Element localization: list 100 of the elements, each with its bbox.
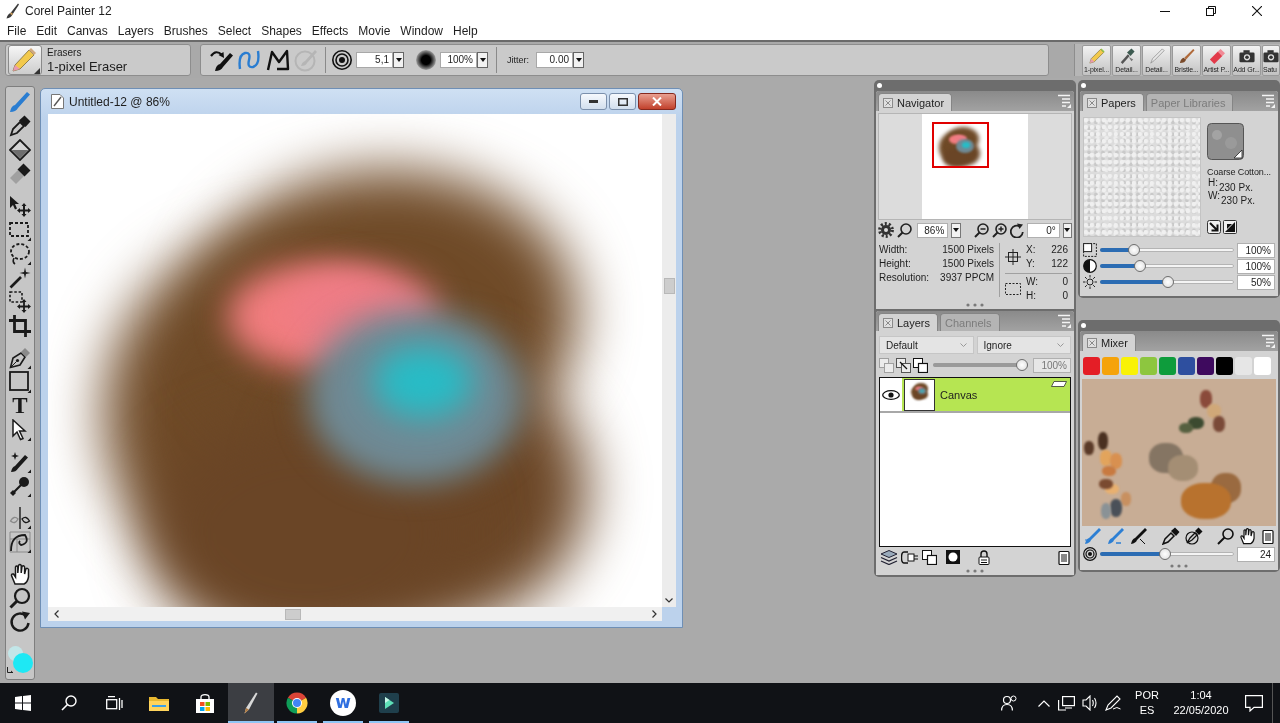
slider-thumb[interactable] [1134, 260, 1147, 272]
value-field[interactable]: 100% [1237, 258, 1275, 274]
mask-icon[interactable] [946, 550, 960, 564]
dropdown-button[interactable] [393, 52, 404, 68]
rectangle-icon[interactable] [9, 371, 31, 393]
size-field[interactable]: 5,1 [356, 52, 393, 68]
menu-item[interactable]: File [2, 22, 32, 40]
straight-stroke-icon[interactable] [266, 48, 290, 72]
color-swatch-icon[interactable] [1140, 357, 1157, 375]
panel-tab[interactable]: Papers [1082, 93, 1144, 111]
trash-icon[interactable] [1262, 528, 1274, 544]
maximize-button[interactable] [609, 93, 636, 110]
dropdown-button[interactable] [573, 52, 584, 68]
slider-track[interactable] [1100, 244, 1234, 256]
menu-item[interactable]: Help [448, 22, 483, 40]
slider-track[interactable] [1100, 260, 1234, 272]
dropper-circle-icon[interactable] [1185, 527, 1203, 545]
sheet-icon[interactable] [1051, 381, 1067, 387]
squares-arrow-icon[interactable] [896, 357, 911, 373]
hand-icon[interactable] [9, 563, 31, 585]
layers-stack-icon[interactable] [880, 549, 898, 565]
panel-tab[interactable]: Navigator [878, 93, 953, 111]
language-indicator[interactable]: POR ES [1130, 688, 1164, 718]
magic-wand-icon[interactable] [9, 267, 31, 289]
taskbar-app-button[interactable] [228, 683, 274, 723]
overlapping-squares-icon[interactable] [913, 357, 928, 373]
gear-icon[interactable] [878, 222, 894, 238]
composite-depth-dropdown[interactable]: Ignore [976, 336, 1071, 354]
trash-icon[interactable] [1058, 549, 1070, 565]
magnifier-icon[interactable] [9, 587, 31, 609]
paint-bucket-icon[interactable] [9, 139, 31, 161]
opacity-field[interactable]: 100% [440, 52, 477, 68]
menu-item[interactable]: Shapes [256, 22, 307, 40]
hand-icon[interactable] [1239, 527, 1256, 545]
jitter-field[interactable]: 0.00 [536, 52, 573, 68]
horizontal-scrollbar[interactable] [48, 607, 662, 621]
close-icon[interactable] [883, 317, 893, 328]
eraser-icon[interactable] [9, 163, 31, 185]
plug-icon[interactable] [901, 549, 919, 565]
panel-menu-icon[interactable] [1057, 94, 1071, 108]
brush-star-icon[interactable] [9, 451, 31, 473]
magnifier-icon[interactable] [1217, 527, 1234, 545]
resize-grip-icon[interactable] [966, 303, 984, 307]
text-tool[interactable]: T [12, 395, 28, 417]
dropdown-button[interactable] [477, 52, 488, 68]
brush-size-field[interactable]: 24 [1237, 546, 1275, 562]
scroll-thumb[interactable] [663, 278, 675, 294]
color-swatch-icon[interactable] [1197, 357, 1214, 375]
value-field[interactable]: 100% [1237, 242, 1275, 258]
rotate-icon[interactable] [1009, 222, 1024, 238]
slider-thumb[interactable] [1128, 244, 1141, 256]
slider-track[interactable] [933, 359, 1028, 371]
vertical-scrollbar[interactable] [662, 114, 676, 607]
slider-thumb[interactable] [1162, 276, 1175, 288]
layer-row[interactable]: Canvas [902, 378, 1070, 411]
dropdown-button[interactable] [951, 222, 961, 238]
menu-item[interactable]: Movie [353, 22, 396, 40]
stamp-icon[interactable] [9, 475, 31, 497]
color-swatch-icon[interactable] [1178, 357, 1195, 375]
panel-tab[interactable]: Layers [878, 313, 939, 331]
color-swatch-icon[interactable] [1216, 357, 1233, 375]
panel-menu-icon[interactable] [1261, 334, 1275, 348]
close-icon[interactable] [1087, 97, 1097, 108]
drag-handle-icon[interactable] [1081, 83, 1086, 88]
composite-method-dropdown[interactable]: Default [879, 336, 974, 354]
resize-grip-icon[interactable] [1170, 564, 1188, 568]
rotation-field[interactable]: 0° [1026, 222, 1060, 238]
color-swatch-icon[interactable] [1083, 357, 1100, 375]
taskbar-app-button[interactable]: w [320, 683, 366, 723]
drag-handle-icon[interactable] [877, 83, 882, 88]
lock-icon[interactable] [978, 549, 990, 565]
opacity-field[interactable]: 100% [1033, 357, 1071, 373]
menu-item[interactable]: Layers [112, 22, 159, 40]
magnifier-icon[interactable] [897, 222, 912, 238]
panel-tab[interactable]: Mixer [1082, 333, 1136, 351]
chevron-up-icon[interactable] [1037, 699, 1050, 707]
arrow-move-icon[interactable] [9, 195, 31, 217]
spiral-icon[interactable] [9, 531, 31, 553]
menu-item[interactable]: Canvas [62, 22, 113, 40]
rotate-icon[interactable] [9, 611, 31, 633]
brush-selector-button[interactable] [8, 45, 42, 75]
minimize-button[interactable] [580, 93, 607, 110]
close-icon[interactable] [1087, 337, 1097, 348]
selection-move-icon[interactable] [9, 291, 31, 313]
dropper-icon[interactable] [9, 115, 31, 137]
zoom-out-icon[interactable] [973, 222, 989, 238]
rectangle-selection-icon[interactable] [9, 219, 31, 241]
slider-thumb[interactable] [1016, 359, 1028, 371]
menu-item[interactable]: Window [395, 22, 448, 40]
pen-icon[interactable] [1104, 695, 1121, 711]
drag-handle-icon[interactable] [1081, 323, 1086, 328]
color-swatch-icon[interactable] [1102, 357, 1119, 375]
zoom-in-icon[interactable] [991, 222, 1007, 238]
color-swatch-icon[interactable] [1159, 357, 1176, 375]
resize-grip-icon[interactable] [966, 569, 984, 573]
brush-icon[interactable] [1130, 527, 1148, 545]
slider-track[interactable] [1100, 276, 1234, 288]
close-icon[interactable] [883, 97, 893, 108]
dropper-icon[interactable] [1162, 527, 1180, 545]
people-icon[interactable] [1000, 695, 1017, 711]
